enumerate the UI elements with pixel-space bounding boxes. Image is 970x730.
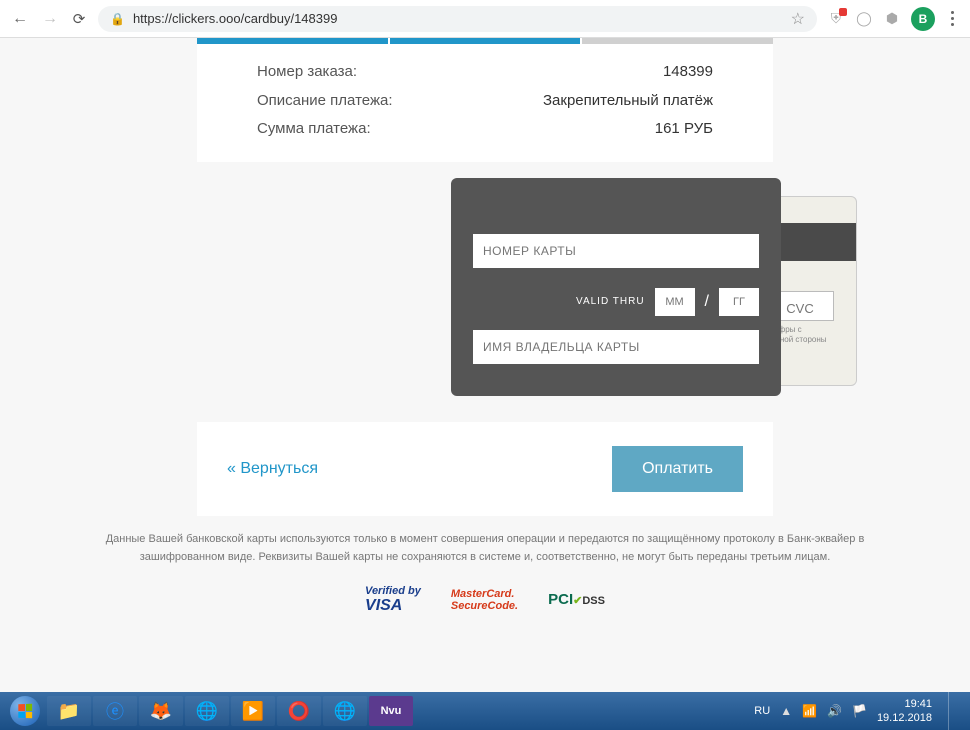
card-front-visual: VALID THRU / [451,178,781,396]
forward-arrow-icon[interactable]: → [40,9,60,29]
back-arrow-icon[interactable]: ← [10,9,30,29]
reload-icon[interactable]: ⟳ [70,10,88,28]
order-summary: Номер заказа: 148399 Описание платежа: З… [197,44,773,162]
taskbar-media-icon[interactable]: ▶️ [231,696,275,726]
address-bar[interactable]: 🔒 https://clickers.ooo/cardbuy/148399 ☆ [98,6,817,32]
url-text: https://clickers.ooo/cardbuy/148399 [133,11,338,26]
progress-steps [197,38,773,44]
tray-up-icon[interactable]: ▲ [780,704,792,718]
order-desc-label: Описание платежа: [257,87,393,116]
security-disclaimer: Данные Вашей банковской карты используют… [0,516,970,585]
expiry-slash: / [705,293,709,311]
taskbar-firefox-icon[interactable]: 🦊 [139,696,183,726]
tray-flag-icon[interactable]: 🏳️ [852,704,867,718]
extension-shield2-icon[interactable]: ⬢ [883,10,901,28]
expiry-year-input[interactable] [719,288,759,316]
verified-by-visa-logo: Verified by VISA [365,585,421,615]
taskbar-explorer-icon[interactable]: 📁 [47,696,91,726]
page-content: Номер заказа: 148399 Описание платежа: З… [0,38,970,692]
browser-toolbar: ← → ⟳ 🔒 https://clickers.ooo/cardbuy/148… [0,0,970,38]
expiry-month-input[interactable] [655,288,695,316]
bookmark-star-icon[interactable]: ☆ [791,9,805,29]
profile-avatar[interactable]: В [911,7,935,31]
order-desc-value: Закрепительный платёж [543,87,713,116]
pci-dss-logo: PCI✔DSS [548,591,605,608]
taskbar-clock[interactable]: 19:41 19.12.2018 [877,697,932,726]
tray-volume-icon[interactable]: 🔊 [827,704,842,718]
extension-circle-icon[interactable]: ◯ [855,10,873,28]
tray-network-icon[interactable]: 📶 [802,704,817,718]
card-number-input[interactable] [473,234,759,268]
order-sum-value: 161 РУБ [655,115,713,144]
taskbar-chrome2-icon[interactable]: 🌐 [323,696,367,726]
extension-shield-icon[interactable]: ⛨ [827,10,845,28]
lock-icon: 🔒 [110,12,125,26]
pay-button[interactable]: Оплатить [612,446,743,492]
windows-taskbar: 📁 ⓔ 🦊 🌐 ▶️ ⭕ 🌐 Nvu RU ▲ 📶 🔊 🏳️ 19:41 19.… [0,692,970,730]
back-link[interactable]: « Вернуться [227,460,318,478]
cardholder-name-input[interactable] [473,330,759,364]
taskbar-ie-icon[interactable]: ⓔ [93,696,137,726]
taskbar-opera-icon[interactable]: ⭕ [277,696,321,726]
order-number-value: 148399 [663,58,713,87]
payment-panel: Номер заказа: 148399 Описание платежа: З… [197,38,773,516]
language-indicator[interactable]: RU [754,705,770,717]
payment-logos: Verified by VISA MasterCard. SecureCode.… [0,585,970,635]
order-sum-label: Сумма платежа: [257,115,371,144]
taskbar-chrome-icon[interactable]: 🌐 [185,696,229,726]
show-desktop-button[interactable] [948,692,958,730]
start-button[interactable] [4,694,46,728]
mastercard-securecode-logo: MasterCard. SecureCode. [451,588,518,612]
taskbar-nvu-icon[interactable]: Nvu [369,696,413,726]
action-bar: « Вернуться Оплатить [197,422,773,516]
card-entry-area: Три цифры с оборотной стороны карты VALI… [197,162,773,422]
browser-menu-icon[interactable] [945,11,960,26]
order-number-label: Номер заказа: [257,58,357,87]
valid-thru-label: VALID THRU [576,296,645,307]
